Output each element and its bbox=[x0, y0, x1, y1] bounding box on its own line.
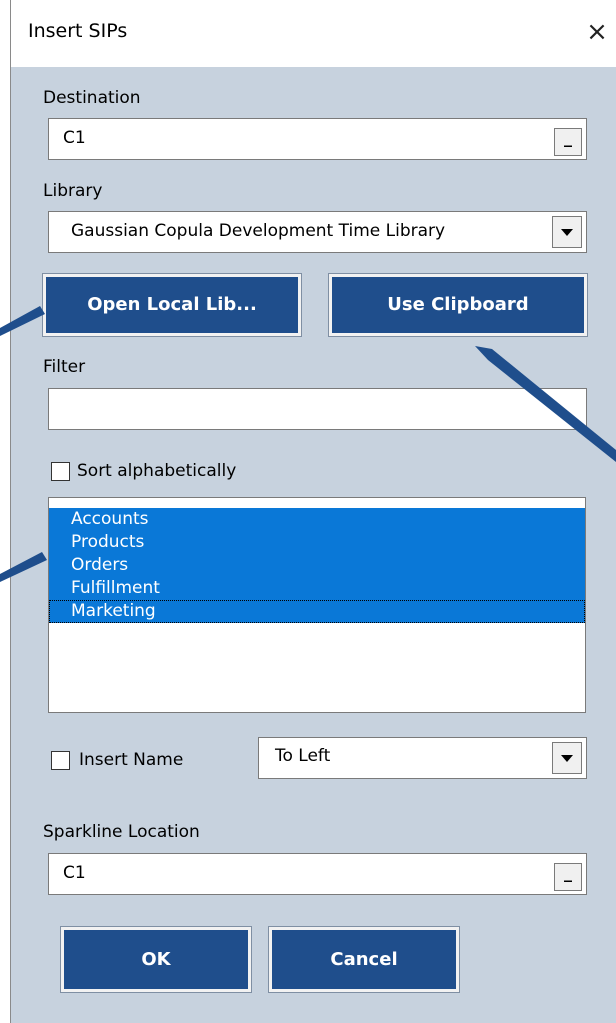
arrow-to-open-local bbox=[0, 306, 45, 336]
annotation-arrows bbox=[0, 306, 616, 582]
arrow-to-clipboard bbox=[475, 346, 616, 462]
arrow-to-list bbox=[0, 552, 47, 582]
